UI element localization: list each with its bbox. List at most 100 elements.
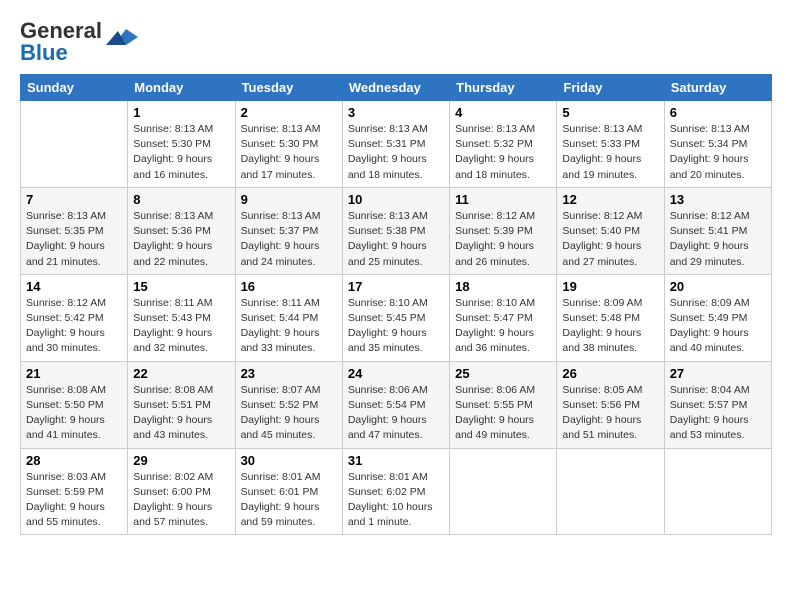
calendar-cell: 23Sunrise: 8:07 AMSunset: 5:52 PMDayligh… (235, 361, 342, 448)
day-number: 23 (241, 366, 337, 381)
calendar-cell: 15Sunrise: 8:11 AMSunset: 5:43 PMDayligh… (128, 274, 235, 361)
calendar-cell: 28 Sunrise: 8:03 AMSunset: 5:59 PMDayligh… (21, 448, 128, 535)
day-info: Sunrise: 8:04 AMSunset: 5:57 PMDaylight:… (670, 383, 766, 444)
day-number: 1 (133, 105, 229, 120)
day-number: 24 (348, 366, 444, 381)
calendar-cell: 10 Sunrise: 8:13 AMSunset: 5:38 PMDayligh… (342, 187, 449, 274)
calendar-week-4: 21Sunrise: 8:08 AMSunset: 5:50 PMDayligh… (21, 361, 772, 448)
day-info: Sunrise: 8:13 AMSunset: 5:37 PMDaylight:… (241, 209, 337, 270)
day-number: 11 (455, 192, 551, 207)
calendar-cell: 13 Sunrise: 8:12 AMSunset: 5:41 PMDayligh… (664, 187, 771, 274)
day-header-wednesday: Wednesday (342, 75, 449, 101)
calendar-cell (664, 448, 771, 535)
day-number: 3 (348, 105, 444, 120)
day-info: Sunrise: 8:13 AMSunset: 5:36 PMDaylight:… (133, 209, 229, 270)
day-number: 22 (133, 366, 229, 381)
day-info: Sunrise: 8:13 AMSunset: 5:30 PMDaylight:… (241, 122, 337, 183)
day-number: 5 (562, 105, 658, 120)
logo: GeneralBlue (20, 20, 138, 64)
day-number: 6 (670, 105, 766, 120)
day-number: 7 (26, 192, 122, 207)
calendar-cell: 14 Sunrise: 8:12 AMSunset: 5:42 PMDayligh… (21, 274, 128, 361)
day-header-tuesday: Tuesday (235, 75, 342, 101)
day-number: 9 (241, 192, 337, 207)
day-number: 27 (670, 366, 766, 381)
calendar-cell: 21Sunrise: 8:08 AMSunset: 5:50 PMDayligh… (21, 361, 128, 448)
calendar-cell: 19 Sunrise: 8:09 AMSunset: 5:48 PMDayligh… (557, 274, 664, 361)
day-info: Sunrise: 8:10 AMSunset: 5:47 PMDaylight:… (455, 296, 551, 357)
day-info: Sunrise: 8:13 AMSunset: 5:30 PMDaylight:… (133, 122, 229, 183)
day-number: 19 (562, 279, 658, 294)
calendar-cell: 8 Sunrise: 8:13 AMSunset: 5:36 PMDaylight… (128, 187, 235, 274)
calendar-cell: 7 Sunrise: 8:13 AMSunset: 5:35 PMDaylight… (21, 187, 128, 274)
calendar-cell: 2 Sunrise: 8:13 AMSunset: 5:30 PMDaylight… (235, 101, 342, 188)
calendar-cell (450, 448, 557, 535)
day-info: Sunrise: 8:08 AMSunset: 5:51 PMDaylight:… (133, 383, 229, 444)
calendar-week-1: 1 Sunrise: 8:13 AMSunset: 5:30 PMDaylight… (21, 101, 772, 188)
day-number: 18 (455, 279, 551, 294)
calendar-cell: 9 Sunrise: 8:13 AMSunset: 5:37 PMDaylight… (235, 187, 342, 274)
day-info: Sunrise: 8:10 AMSunset: 5:45 PMDaylight:… (348, 296, 444, 357)
day-info: Sunrise: 8:13 AMSunset: 5:32 PMDaylight:… (455, 122, 551, 183)
calendar-cell: 4Sunrise: 8:13 AMSunset: 5:32 PMDaylight… (450, 101, 557, 188)
calendar-cell: 26 Sunrise: 8:05 AMSunset: 5:56 PMDayligh… (557, 361, 664, 448)
day-header-sunday: Sunday (21, 75, 128, 101)
calendar-cell: 30 Sunrise: 8:01 AMSunset: 6:01 PMDayligh… (235, 448, 342, 535)
calendar-cell: 16Sunrise: 8:11 AMSunset: 5:44 PMDayligh… (235, 274, 342, 361)
logo-text: GeneralBlue (20, 20, 102, 64)
day-info: Sunrise: 8:08 AMSunset: 5:50 PMDaylight:… (26, 383, 122, 444)
calendar-cell: 27 Sunrise: 8:04 AMSunset: 5:57 PMDayligh… (664, 361, 771, 448)
day-info: Sunrise: 8:03 AMSunset: 5:59 PMDaylight:… (26, 470, 122, 531)
day-number: 31 (348, 453, 444, 468)
day-number: 29 (133, 453, 229, 468)
page-header: GeneralBlue (20, 20, 772, 64)
day-number: 16 (241, 279, 337, 294)
calendar-table: SundayMondayTuesdayWednesdayThursdayFrid… (20, 74, 772, 535)
calendar-cell (21, 101, 128, 188)
day-header-thursday: Thursday (450, 75, 557, 101)
day-number: 14 (26, 279, 122, 294)
calendar-cell: 5Sunrise: 8:13 AMSunset: 5:33 PMDaylight… (557, 101, 664, 188)
calendar-cell (557, 448, 664, 535)
calendar-cell: 17 Sunrise: 8:10 AMSunset: 5:45 PMDayligh… (342, 274, 449, 361)
day-info: Sunrise: 8:12 AMSunset: 5:39 PMDaylight:… (455, 209, 551, 270)
day-info: Sunrise: 8:02 AMSunset: 6:00 PMDaylight:… (133, 470, 229, 531)
calendar-week-5: 28 Sunrise: 8:03 AMSunset: 5:59 PMDayligh… (21, 448, 772, 535)
day-number: 28 (26, 453, 122, 468)
day-info: Sunrise: 8:06 AMSunset: 5:54 PMDaylight:… (348, 383, 444, 444)
day-number: 15 (133, 279, 229, 294)
day-number: 26 (562, 366, 658, 381)
calendar-cell: 31 Sunrise: 8:01 AMSunset: 6:02 PMDayligh… (342, 448, 449, 535)
day-number: 13 (670, 192, 766, 207)
day-info: Sunrise: 8:05 AMSunset: 5:56 PMDaylight:… (562, 383, 658, 444)
day-number: 12 (562, 192, 658, 207)
day-number: 2 (241, 105, 337, 120)
day-info: Sunrise: 8:01 AMSunset: 6:01 PMDaylight:… (241, 470, 337, 531)
calendar-week-3: 14 Sunrise: 8:12 AMSunset: 5:42 PMDayligh… (21, 274, 772, 361)
day-number: 8 (133, 192, 229, 207)
day-number: 30 (241, 453, 337, 468)
day-info: Sunrise: 8:01 AMSunset: 6:02 PMDaylight:… (348, 470, 444, 531)
day-header-friday: Friday (557, 75, 664, 101)
calendar-week-2: 7 Sunrise: 8:13 AMSunset: 5:35 PMDaylight… (21, 187, 772, 274)
day-number: 20 (670, 279, 766, 294)
calendar-cell: 20Sunrise: 8:09 AMSunset: 5:49 PMDayligh… (664, 274, 771, 361)
day-header-saturday: Saturday (664, 75, 771, 101)
calendar-cell: 3Sunrise: 8:13 AMSunset: 5:31 PMDaylight… (342, 101, 449, 188)
calendar-cell: 25Sunrise: 8:06 AMSunset: 5:55 PMDayligh… (450, 361, 557, 448)
day-info: Sunrise: 8:12 AMSunset: 5:41 PMDaylight:… (670, 209, 766, 270)
day-number: 10 (348, 192, 444, 207)
calendar-cell: 6Sunrise: 8:13 AMSunset: 5:34 PMDaylight… (664, 101, 771, 188)
day-header-monday: Monday (128, 75, 235, 101)
day-info: Sunrise: 8:13 AMSunset: 5:38 PMDaylight:… (348, 209, 444, 270)
logo-blue: Blue (20, 40, 68, 65)
day-info: Sunrise: 8:12 AMSunset: 5:40 PMDaylight:… (562, 209, 658, 270)
day-number: 17 (348, 279, 444, 294)
day-info: Sunrise: 8:13 AMSunset: 5:35 PMDaylight:… (26, 209, 122, 270)
calendar-header-row: SundayMondayTuesdayWednesdayThursdayFrid… (21, 75, 772, 101)
day-info: Sunrise: 8:12 AMSunset: 5:42 PMDaylight:… (26, 296, 122, 357)
calendar-cell: 24 Sunrise: 8:06 AMSunset: 5:54 PMDayligh… (342, 361, 449, 448)
day-info: Sunrise: 8:09 AMSunset: 5:48 PMDaylight:… (562, 296, 658, 357)
calendar-cell: 12 Sunrise: 8:12 AMSunset: 5:40 PMDayligh… (557, 187, 664, 274)
calendar-cell: 22 Sunrise: 8:08 AMSunset: 5:51 PMDayligh… (128, 361, 235, 448)
